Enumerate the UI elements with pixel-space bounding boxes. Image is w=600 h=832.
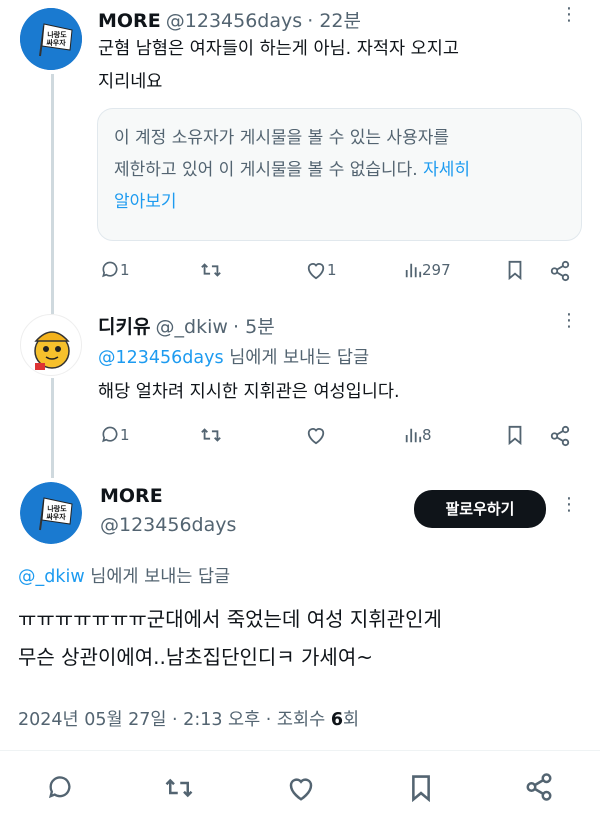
- thread-line: [51, 74, 54, 314]
- display-name[interactable]: 디키유: [98, 316, 150, 338]
- views-count: 297: [422, 261, 451, 279]
- avatar[interactable]: 나랑도 싸우자: [20, 482, 82, 544]
- views-button[interactable]: 297: [404, 260, 451, 280]
- reply-icon: [102, 426, 118, 443]
- reply-context: @_dkiw 님에게 보내는 답글: [18, 567, 231, 587]
- reply-count: 1: [120, 261, 130, 279]
- avatar-flag-text: 나랑도: [47, 30, 67, 39]
- more-options-icon[interactable]: ⋮: [560, 494, 578, 515]
- view-count: 6: [330, 710, 343, 730]
- tweet-text: 군혐 남혐은 여자들이 하는게 아님. 자적자 오지고 지리네요: [98, 39, 459, 92]
- tweet-text: 해당 얼차려 지시한 지휘관은 여성입니다.: [98, 382, 400, 402]
- handle[interactable]: @123456days: [100, 514, 236, 536]
- heart-icon: [307, 263, 325, 280]
- tweet-header: MORE @123456days · 22분: [98, 6, 361, 33]
- reply-to-handle[interactable]: @_dkiw: [18, 567, 85, 587]
- display-name[interactable]: MORE: [98, 10, 161, 32]
- divider: [0, 750, 600, 751]
- handle[interactable]: @123456days: [166, 10, 302, 32]
- avatar[interactable]: [20, 314, 82, 376]
- heart-icon: [307, 428, 325, 445]
- restricted-notice: 이 계정 소유자가 게시물을 볼 수 있는 사용자를 제한하고 있어 이 게시물…: [97, 108, 582, 241]
- heart-icon: [289, 778, 313, 801]
- retweet-button[interactable]: [200, 260, 222, 280]
- share-button[interactable]: [549, 425, 571, 447]
- timestamp[interactable]: · 22분: [307, 10, 361, 32]
- bookmark-icon: [508, 260, 522, 280]
- share-icon: [550, 260, 570, 282]
- handle[interactable]: @_dkiw: [156, 316, 228, 338]
- learn-more-link[interactable]: 자세히: [423, 160, 470, 180]
- retweet-icon: [201, 263, 221, 277]
- bookmark-button[interactable]: [408, 774, 434, 802]
- reply-button[interactable]: 1: [100, 425, 130, 445]
- bookmark-icon: [412, 775, 430, 802]
- more-options-icon[interactable]: ⋮: [560, 310, 578, 331]
- svg-text:싸우자: 싸우자: [46, 512, 66, 521]
- retweet-button[interactable]: [164, 774, 194, 802]
- reply-context: @123456days 님에게 보내는 답글: [98, 348, 370, 368]
- share-icon: [526, 773, 552, 801]
- share-button[interactable]: [524, 772, 554, 802]
- svg-text:싸우자: 싸우자: [46, 38, 66, 47]
- views-icon: [405, 428, 422, 443]
- reply-icon: [48, 776, 71, 799]
- bookmark-button[interactable]: [506, 425, 524, 445]
- share-icon: [550, 425, 570, 447]
- reply-button[interactable]: 1: [100, 260, 130, 280]
- tweet-header: 디키유 @_dkiw · 5분: [98, 312, 275, 339]
- reply-icon: [102, 261, 118, 278]
- retweet-icon: [201, 428, 221, 442]
- like-button[interactable]: [286, 774, 316, 802]
- views-icon: [405, 263, 422, 278]
- bookmark-icon: [508, 425, 522, 445]
- more-options-icon[interactable]: ⋮: [560, 4, 578, 25]
- like-count: 1: [327, 261, 337, 279]
- retweet-icon: [165, 778, 193, 798]
- reply-to-handle[interactable]: @123456days: [98, 348, 224, 368]
- reply-count: 1: [120, 426, 130, 444]
- timestamp[interactable]: · 5분: [233, 316, 275, 338]
- learn-more-link[interactable]: 알아보기: [114, 186, 565, 218]
- thread-line: [51, 378, 54, 478]
- like-button[interactable]: [305, 425, 327, 445]
- tweet-meta: 2024년 05월 27일 · 2:13 오후 · 조회수 6회: [18, 710, 360, 730]
- share-button[interactable]: [549, 260, 571, 282]
- follow-button[interactable]: 팔로우하기: [414, 490, 546, 528]
- views-button[interactable]: 8: [404, 425, 432, 445]
- reply-button[interactable]: [46, 774, 74, 802]
- avatar[interactable]: 나랑도 싸우자: [20, 8, 82, 70]
- display-name[interactable]: MORE: [100, 485, 163, 507]
- views-count: 8: [422, 426, 432, 444]
- svg-text:나랑도: 나랑도: [47, 504, 67, 513]
- bookmark-button[interactable]: [506, 260, 524, 280]
- like-button[interactable]: 1: [305, 260, 337, 280]
- tweet-date[interactable]: 2024년 05월 27일 · 2:13 오후 · 조회수: [18, 710, 331, 730]
- tweet-text: ㅠㅠㅠㅠㅠㅠㅠ군대에서 죽었는데 여성 지휘관인게 무슨 상관이에여..남초집단…: [18, 607, 442, 669]
- retweet-button[interactable]: [200, 425, 222, 445]
